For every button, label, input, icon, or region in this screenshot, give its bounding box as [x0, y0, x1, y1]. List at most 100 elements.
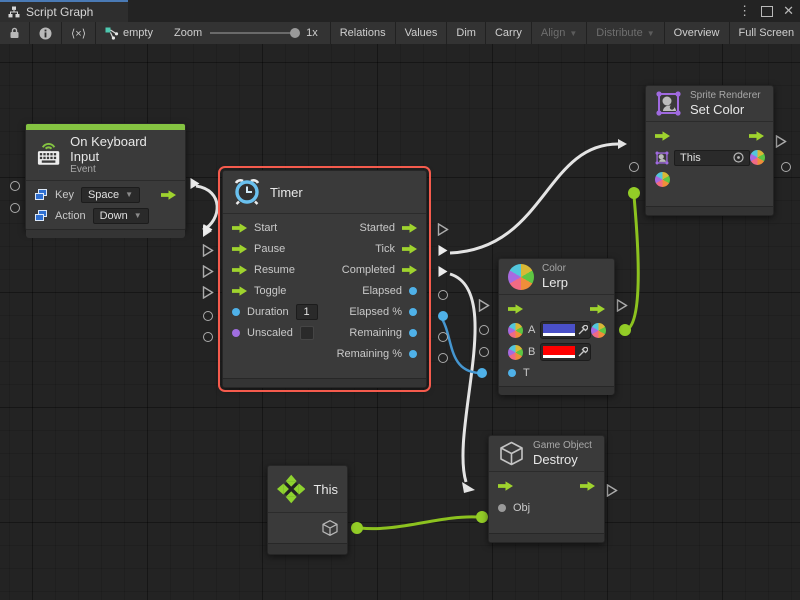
port-timer-remaining-pct[interactable]: [438, 353, 448, 363]
port-timer-tick[interactable]: [438, 244, 449, 262]
unscaled-checkbox[interactable]: [300, 326, 314, 340]
port-label-key: Key: [55, 189, 74, 201]
port-setcolor-flow-out[interactable]: [776, 135, 787, 153]
port-timer-remaining[interactable]: [438, 332, 448, 342]
flow-arrow-icon: [402, 244, 417, 254]
port-timer-elapsed-pct[interactable]: [438, 311, 448, 321]
zoom-slider[interactable]: [210, 32, 298, 34]
node-set-color[interactable]: Sprite Renderer Set Color This: [645, 85, 774, 216]
close-icon[interactable]: ✕: [783, 3, 794, 19]
eyedropper-icon[interactable]: [578, 347, 588, 357]
wire-arrowhead: [462, 482, 475, 493]
node-title: Lerp: [542, 275, 568, 290]
graph-canvas[interactable]: On Keyboard Input Event Key Space ▼: [0, 44, 800, 600]
color-a-swatch[interactable]: [543, 324, 575, 333]
graph-nodes-icon: [105, 27, 119, 40]
key-dropdown[interactable]: Space ▼: [81, 187, 140, 203]
target-object-field[interactable]: This: [674, 150, 750, 166]
fullscreen-button[interactable]: Full Screen: [730, 22, 800, 44]
maximize-icon[interactable]: [761, 6, 773, 17]
color-result-icon: [591, 323, 606, 338]
carry-button[interactable]: Carry: [486, 22, 532, 44]
port-lerp-result-out[interactable]: [619, 324, 631, 336]
port-setcolor-color-in[interactable]: [628, 187, 640, 199]
flow-arrow-icon: [232, 286, 247, 296]
port-destroy-obj-in[interactable]: [476, 511, 488, 523]
eyedropper-icon[interactable]: [578, 325, 588, 335]
values-button[interactable]: Values: [396, 22, 448, 44]
wire-lerp-to-setcolor-color: [626, 196, 638, 330]
color-a-field[interactable]: [540, 321, 591, 339]
port-destroy-flow-out[interactable]: [607, 484, 618, 502]
overview-button[interactable]: Overview: [665, 22, 730, 44]
port-keyboard-action-in[interactable]: [10, 203, 20, 213]
tab-script-graph[interactable]: Script Graph: [0, 0, 128, 22]
unity-script-graph-window: { "window": { "tab_title": "Script Graph…: [0, 0, 800, 600]
node-on-keyboard-input[interactable]: On Keyboard Input Event Key Space ▼: [25, 123, 186, 231]
info-button[interactable]: [30, 22, 62, 44]
port-lerp-flow-out[interactable]: [617, 299, 628, 317]
data-port-dot: [498, 504, 506, 512]
port-lerp-flow-in[interactable]: [479, 299, 490, 317]
node-title: This: [313, 482, 338, 497]
node-title: Set Color: [690, 102, 761, 117]
data-port-dot: [232, 308, 240, 316]
this-self-icon: [277, 474, 305, 504]
graph-name-label: empty: [123, 27, 153, 39]
tab-title: Script Graph: [26, 5, 93, 19]
node-destroy[interactable]: Game Object Destroy Obj: [488, 435, 605, 543]
port-this-out[interactable]: [351, 522, 363, 534]
port-lerp-b-in[interactable]: [479, 347, 489, 357]
node-this[interactable]: This: [267, 465, 348, 555]
port-timer-completed[interactable]: [438, 265, 449, 283]
port-timer-started[interactable]: [438, 223, 449, 241]
zoom-slider-handle[interactable]: [290, 28, 300, 38]
node-footer: [268, 543, 347, 554]
port-lerp-a-in[interactable]: [479, 325, 489, 335]
port-timer-start[interactable]: [203, 223, 214, 241]
wire-tick-to-setcolor: [450, 144, 618, 253]
port-keyboard-trigger-out[interactable]: [190, 177, 201, 195]
port-keyboard-key-in[interactable]: [10, 181, 20, 191]
port-timer-unscaled[interactable]: [203, 332, 213, 342]
data-port-dot: [409, 329, 417, 337]
object-picker-icon[interactable]: [733, 152, 744, 163]
port-label-action: Action: [55, 210, 86, 222]
fit-view-glyph: ⟨×⟩: [71, 27, 86, 40]
dropdown-caret-icon: ▼: [125, 190, 133, 199]
relations-button[interactable]: Relations: [331, 22, 396, 44]
color-b-field[interactable]: [540, 343, 591, 361]
node-category: Game Object: [533, 440, 592, 452]
port-setcolor-result-out[interactable]: [781, 162, 791, 172]
node-footer: [26, 229, 185, 238]
more-menu-icon[interactable]: ⋮: [738, 3, 751, 19]
color-port-icon: [508, 323, 523, 338]
port-timer-resume[interactable]: [203, 265, 214, 283]
inline-value-icon: [35, 210, 48, 222]
port-lerp-t-in[interactable]: [477, 368, 487, 378]
color-b-swatch[interactable]: [543, 346, 575, 355]
port-timer-toggle[interactable]: [203, 286, 214, 304]
node-timer[interactable]: Timer Start Started Pause Tick: [222, 170, 427, 388]
flow-arrow-icon: [232, 223, 247, 233]
flow-arrow-icon: [580, 481, 595, 491]
node-footer: [489, 533, 604, 542]
duration-value-field[interactable]: 1: [296, 304, 318, 320]
keyboard-icon: [35, 143, 62, 167]
lock-button[interactable]: [0, 22, 30, 44]
node-title: Destroy: [533, 452, 592, 467]
color-result-icon: [750, 150, 765, 165]
port-timer-pause[interactable]: [203, 244, 214, 262]
port-timer-elapsed[interactable]: [438, 290, 448, 300]
port-setcolor-target-in[interactable]: [629, 162, 639, 172]
align-button: Align▼: [532, 22, 587, 44]
graph-selector[interactable]: empty: [96, 22, 162, 44]
port-timer-duration[interactable]: [203, 311, 213, 321]
timer-clock-icon: [232, 177, 262, 207]
cube-icon: [498, 440, 525, 467]
dim-button[interactable]: Dim: [447, 22, 486, 44]
flow-arrow-icon: [655, 131, 670, 141]
fit-view-button[interactable]: ⟨×⟩: [62, 22, 96, 44]
node-color-lerp[interactable]: Color Lerp A: [498, 258, 615, 395]
action-dropdown[interactable]: Down ▼: [93, 208, 149, 224]
